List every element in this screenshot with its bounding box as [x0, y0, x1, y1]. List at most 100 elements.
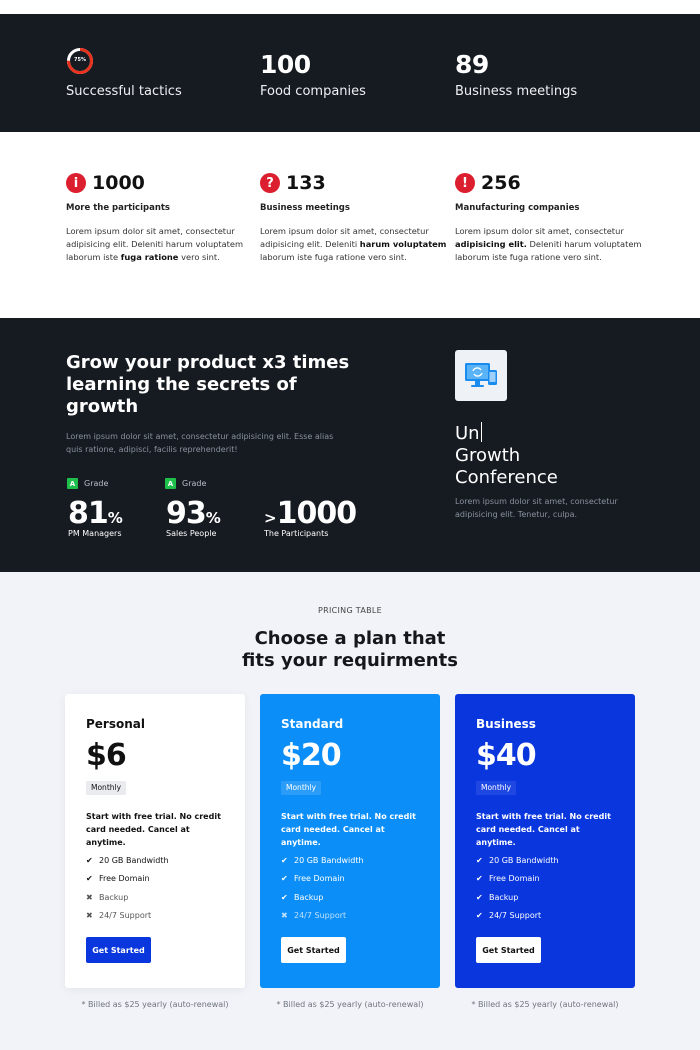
feature-title: Manufacturing companies — [455, 203, 580, 213]
check-icon: ✔ — [281, 874, 288, 884]
plan-feature: ✖ Backup — [86, 892, 129, 902]
stat-label: Business meetings — [455, 84, 578, 99]
plan-name: Personal — [86, 717, 145, 731]
check-icon: ✔ — [476, 892, 483, 902]
progress-donut-value: 75% — [74, 57, 86, 63]
conference-line2: Growth — [455, 445, 521, 466]
conference-line1: Un — [455, 423, 480, 444]
plan-price: $40 — [476, 738, 537, 773]
metric-caption: Sales People — [166, 529, 217, 538]
metric-value: 81 — [68, 496, 109, 531]
plan-feature: ✔ 24/7 Support — [476, 911, 542, 921]
feature-head: ? 133 — [260, 171, 326, 195]
plan-description: Start with free trial. No credit card ne… — [86, 812, 221, 847]
cross-icon: ✖ — [281, 911, 288, 921]
cross-icon: ✖ — [86, 911, 93, 921]
feature-number: 133 — [286, 172, 326, 194]
top-strip — [0, 0, 700, 14]
features-section: i 1000 More the participants Lorem ipsum… — [0, 132, 700, 318]
growth-section: Grow your product x3 times learning the … — [0, 318, 700, 572]
plan-period-badge: Monthly — [476, 781, 517, 795]
plan-feature: ✔ 20 GB Bandwidth — [281, 855, 364, 865]
stat-label: Successful tactics — [66, 84, 182, 99]
plan-feature-list: ✔ 20 GB Bandwidth ✔ Free Domain ✖ Backup ✖ 2… — [86, 851, 169, 925]
growth-title: Grow your product x3 times learning the … — [66, 352, 350, 417]
plan-description: Start with free trial. No credit card ne… — [476, 812, 611, 847]
plan-card-business: Business $40 Monthly Start with free tri… — [455, 694, 635, 988]
billing-note: * Billed as $25 yearly (auto-renewal) — [81, 1000, 229, 1009]
metric-caption: PM Managers — [68, 529, 122, 538]
feature-number: 1000 — [92, 172, 145, 194]
metric-caption: The Participants — [264, 529, 329, 538]
plan-feature-list: ✔ 20 GB Bandwidth ✔ Free Domain ✔ Backup ✖ 2… — [281, 851, 364, 925]
cross-icon: ✖ — [86, 892, 93, 902]
metric-sales-people: 93% Sales People — [166, 496, 221, 538]
growth-lead: Lorem ipsum dolor sit amet, consectetur … — [66, 432, 334, 454]
plan-name: Business — [476, 717, 536, 731]
metric-value: 1000 — [276, 496, 357, 531]
billing-note: * Billed as $25 yearly (auto-renewal) — [471, 1000, 619, 1009]
info-icon: i — [66, 173, 86, 193]
conference-title: Un Growth Conference — [455, 422, 655, 489]
plan-card-standard: Standard $20 Monthly Start with free tri… — [260, 694, 440, 988]
question-icon: ? — [260, 173, 280, 193]
plan-card-personal: Personal $6 Monthly Start with free tria… — [65, 694, 245, 988]
feature-head: i 1000 — [66, 171, 145, 195]
check-icon: ✔ — [86, 874, 93, 884]
metric-prefix: > — [264, 509, 277, 527]
grade-badge: A Grade — [67, 478, 108, 489]
grade-letter: A — [67, 478, 78, 489]
conference-line3: Conference — [455, 467, 558, 488]
get-started-button[interactable]: Get Started — [476, 937, 541, 963]
stats-section: 75% Successful tactics 100 Food companie… — [0, 14, 700, 132]
plan-description: Start with free trial. No credit card ne… — [281, 812, 416, 847]
pricing-title: Choose a plan that fits your requirments — [242, 628, 458, 671]
plan-feature: ✔ Free Domain — [281, 874, 345, 884]
plan-feature: ✔ Backup — [281, 892, 324, 902]
feature-text: Lorem ipsum dolor sit amet, consectetur … — [260, 226, 447, 262]
plan-price: $6 — [86, 738, 127, 773]
plan-feature: ✔ Free Domain — [86, 874, 150, 884]
plan-feature: ✔ Backup — [476, 892, 519, 902]
check-icon: ✔ — [281, 855, 288, 865]
stat-value: 100 — [260, 50, 311, 79]
metric-pm-managers: 81% PM Managers — [68, 496, 123, 538]
plan-feature: ✔ 20 GB Bandwidth — [86, 855, 169, 865]
check-icon: ✔ — [476, 911, 483, 921]
feature-title: Business meetings — [260, 203, 350, 213]
metric-value: 93 — [166, 496, 207, 531]
pricing-eyebrow: PRICING TABLE — [317, 606, 383, 615]
pricing-section: PRICING TABLE Choose a plan that fits you… — [0, 572, 700, 1050]
plan-period-badge: Monthly — [86, 781, 127, 795]
check-icon: ✔ — [476, 855, 483, 865]
grade-letter: A — [165, 478, 176, 489]
get-started-button[interactable]: Get Started — [86, 937, 151, 963]
plan-price: $20 — [281, 738, 342, 773]
metric-suffix: % — [107, 509, 123, 527]
plan-feature: ✔ 20 GB Bandwidth — [476, 855, 559, 865]
check-icon: ✔ — [86, 855, 93, 865]
typing-caret — [480, 422, 482, 442]
check-icon: ✔ — [281, 892, 288, 902]
sync-devices-icon — [455, 350, 507, 401]
plan-period-badge: Monthly — [281, 781, 322, 795]
plan-feature-list: ✔ 20 GB Bandwidth ✔ Free Domain ✔ Backup ✔ 2… — [476, 851, 559, 925]
feature-text: Lorem ipsum dolor sit amet, consectetur … — [66, 226, 244, 262]
conference-text: Lorem ipsum dolor sit amet, consectetur … — [455, 497, 618, 519]
plan-feature: ✔ Free Domain — [476, 874, 540, 884]
stat-label: Food companies — [260, 84, 366, 99]
feature-head: ! 256 — [455, 171, 521, 195]
billing-note: * Billed as $25 yearly (auto-renewal) — [276, 1000, 424, 1009]
feature-title: More the participants — [66, 203, 170, 213]
alert-icon: ! — [455, 173, 475, 193]
grade-badge: A Grade — [165, 478, 206, 489]
stat-value: 89 — [455, 50, 489, 79]
metric-participants: >1000 The Participants — [264, 496, 357, 538]
metric-suffix: % — [205, 509, 221, 527]
plan-feature: ✖ 24/7 Support — [86, 911, 152, 921]
feature-number: 256 — [481, 172, 521, 194]
grade-label: Grade — [182, 479, 207, 488]
get-started-button[interactable]: Get Started — [281, 937, 346, 963]
check-icon: ✔ — [476, 874, 483, 884]
grade-label: Grade — [84, 479, 109, 488]
